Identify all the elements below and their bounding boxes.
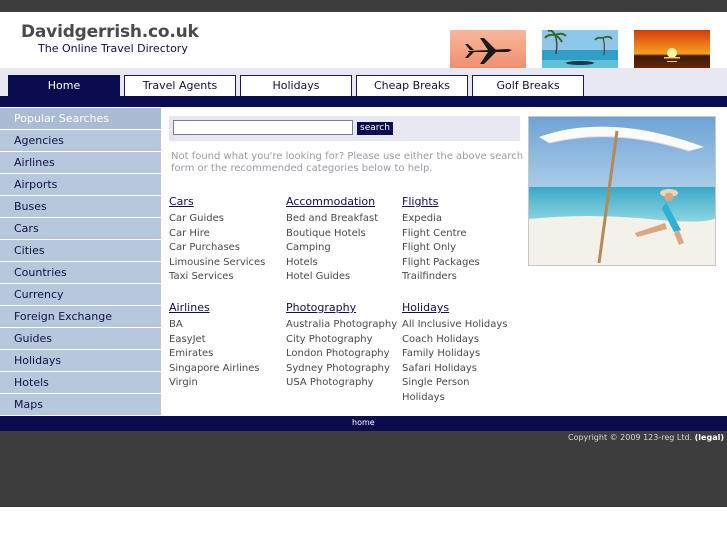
search-input[interactable]	[173, 120, 353, 135]
category-link[interactable]: Hotels	[286, 256, 402, 271]
category-link[interactable]: Car Hire	[169, 227, 285, 242]
top-bar	[0, 0, 727, 12]
copyright-text: Copyright © 2009 123-reg Ltd. (legal)	[568, 433, 724, 442]
category-link[interactable]: Car Purchases	[169, 241, 285, 256]
category-link[interactable]: Flight Packages	[402, 256, 518, 271]
site-header: Davidgerrish.co.uk The Online Travel Dir…	[0, 12, 727, 73]
search-button[interactable]: search	[357, 122, 393, 135]
footer-home-link[interactable]: home	[352, 418, 375, 427]
category-title[interactable]: Accommodation	[286, 195, 402, 208]
tab-home[interactable]: Home	[8, 75, 120, 96]
category-link[interactable]: Trailfinders	[402, 270, 518, 285]
category-link[interactable]: EasyJet	[169, 333, 285, 348]
category-link[interactable]: Boutique Hotels	[286, 227, 402, 242]
category-link[interactable]: City Photography	[286, 333, 402, 348]
copyright-label: Copyright © 2009 123-reg Ltd.	[567, 433, 693, 442]
tropical-island-photo	[542, 30, 618, 73]
category-link[interactable]: USA Photography	[286, 376, 402, 391]
footer-bar: home	[0, 416, 727, 431]
sidebar-item-cars[interactable]: Cars	[0, 218, 161, 239]
nav-bar	[0, 96, 727, 107]
sidebar-item-foreign-exchange[interactable]: Foreign Exchange	[0, 306, 161, 327]
footer: Copyright © 2009 123-reg Ltd. (legal)	[0, 431, 727, 507]
category-title[interactable]: Cars	[169, 195, 285, 208]
category-link[interactable]: Camping	[286, 241, 402, 256]
category-cars: Cars Car Guides Car Hire Car Purchases L…	[169, 195, 285, 285]
sidebar-item-hotels[interactable]: Hotels	[0, 372, 161, 393]
sidebar-item-guides[interactable]: Guides	[0, 328, 161, 349]
sidebar-item-airlines[interactable]: Airlines	[0, 152, 161, 173]
category-link[interactable]: Virgin	[169, 376, 285, 391]
category-link[interactable]: Safari Holidays	[402, 362, 518, 377]
sidebar-item-holidays[interactable]: Holidays	[0, 350, 161, 371]
category-link[interactable]: Australia Photography	[286, 318, 402, 333]
category-link[interactable]: Coach Holidays	[402, 333, 518, 348]
category-holidays: Holidays All Inclusive Holidays Coach Ho…	[402, 301, 518, 405]
site-name[interactable]: Davidgerrish.co.uk	[21, 22, 199, 42]
sidebar-heading: Popular Searches	[0, 108, 161, 129]
category-link[interactable]: All Inclusive Holidays	[402, 318, 518, 333]
tab-travel-agents[interactable]: Travel Agents	[124, 75, 236, 96]
airplane-photo	[450, 30, 526, 73]
sidebar-item-agencies[interactable]: Agencies	[0, 130, 161, 151]
sidebar-item-maps[interactable]: Maps	[0, 394, 161, 415]
category-link[interactable]: Family Holidays	[402, 347, 518, 362]
sunset-photo	[634, 30, 710, 73]
tab-cheap-breaks[interactable]: Cheap Breaks	[356, 75, 468, 96]
category-airlines: Airlines BA EasyJet Emirates Singapore A…	[169, 301, 285, 391]
category-title[interactable]: Flights	[402, 195, 518, 208]
category-link[interactable]: BA	[169, 318, 285, 333]
sidebar-item-cities[interactable]: Cities	[0, 240, 161, 261]
category-title[interactable]: Holidays	[402, 301, 518, 314]
category-link[interactable]: Expedia	[402, 212, 518, 227]
category-link[interactable]: Car Guides	[169, 212, 285, 227]
category-link[interactable]: Sydney Photography	[286, 362, 402, 377]
beach-umbrella-photo	[528, 116, 716, 266]
category-title[interactable]: Photography	[286, 301, 402, 314]
category-link[interactable]: Flight Centre	[402, 227, 518, 242]
category-link[interactable]: Single Person Holidays	[402, 376, 502, 405]
tab-golf-breaks[interactable]: Golf Breaks	[472, 75, 584, 96]
site-tagline: The Online Travel Directory	[38, 42, 188, 55]
category-link[interactable]: Hotel Guides	[286, 270, 402, 285]
category-link[interactable]: Flight Only	[402, 241, 518, 256]
help-text: Not found what you're looking for? Pleas…	[171, 151, 524, 174]
sidebar-item-currency[interactable]: Currency	[0, 284, 161, 305]
sidebar-item-buses[interactable]: Buses	[0, 196, 161, 217]
sidebar-item-airports[interactable]: Airports	[0, 174, 161, 195]
legal-link[interactable]: (legal)	[695, 433, 724, 442]
category-link[interactable]: Emirates	[169, 347, 285, 362]
category-title[interactable]: Airlines	[169, 301, 285, 314]
category-link[interactable]: Singapore Airlines	[169, 362, 285, 377]
category-flights: Flights Expedia Flight Centre Flight Onl…	[402, 195, 518, 285]
category-accommodation: Accommodation Bed and Breakfast Boutique…	[286, 195, 402, 285]
category-link[interactable]: London Photography	[286, 347, 402, 362]
tab-holidays[interactable]: Holidays	[240, 75, 352, 96]
category-photography: Photography Australia Photography City P…	[286, 301, 402, 391]
category-link[interactable]: Limousine Services	[169, 256, 285, 271]
sidebar-item-countries[interactable]: Countries	[0, 262, 161, 283]
category-link[interactable]: Taxi Services	[169, 270, 285, 285]
sidebar: Popular Searches Agencies Airlines Airpo…	[0, 108, 161, 416]
category-link[interactable]: Bed and Breakfast	[286, 212, 402, 227]
search-panel: search	[169, 116, 520, 141]
